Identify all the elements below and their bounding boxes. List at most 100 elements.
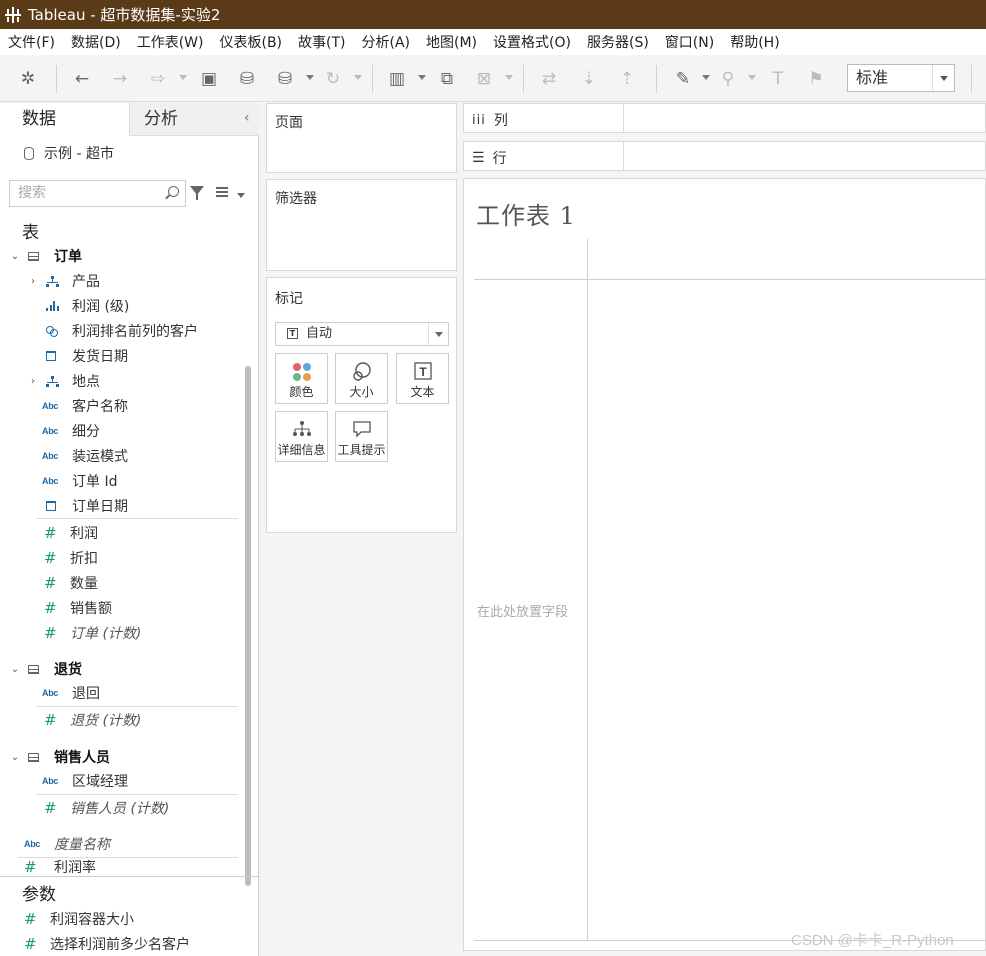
chevron-down-icon[interactable]: ⌄: [10, 752, 20, 763]
chevron-down-icon[interactable]: ⌄: [10, 664, 20, 675]
undo-icon[interactable]: ←: [70, 67, 94, 91]
worksheet-canvas[interactable]: 工作表 1 在此处放置字段: [463, 178, 986, 951]
menu-map[interactable]: 地图(M): [426, 32, 477, 52]
pause-updates-icon[interactable]: ⛁: [273, 67, 297, 91]
color-button[interactable]: 颜色: [275, 353, 328, 404]
parameter-item[interactable]: # 选择利润前多少名客户: [24, 932, 190, 956]
chevron-down-icon[interactable]: [932, 65, 954, 91]
tooltip-button[interactable]: 工具提示: [335, 411, 388, 462]
chevron-down-icon[interactable]: ⌄: [10, 251, 20, 262]
list-view-icon[interactable]: [216, 187, 228, 197]
field-label: 产品: [72, 274, 100, 290]
fix-axes-icon[interactable]: ⚑: [804, 67, 828, 91]
refresh-icon[interactable]: ↻: [321, 67, 345, 91]
field-item[interactable]: # 销售额: [44, 596, 112, 620]
field-item[interactable]: Abc 区域经理: [42, 769, 128, 793]
data-pane-scrollbar[interactable]: [245, 366, 251, 886]
menu-dashboard[interactable]: 仪表板(B): [219, 32, 282, 52]
group-members-icon[interactable]: ⚲: [716, 67, 740, 91]
sort-descending-icon[interactable]: ⇡: [615, 67, 639, 91]
field-item[interactable]: # 订单 (计数): [44, 621, 141, 645]
tab-data[interactable]: 数据: [0, 103, 129, 136]
drop-field-placeholder[interactable]: 在此处放置字段: [477, 601, 568, 620]
hierarchy-icon: [46, 375, 59, 387]
redo-icon[interactable]: →: [108, 67, 132, 91]
tableau-start-icon[interactable]: ✲: [16, 67, 40, 91]
menu-worksheet[interactable]: 工作表(W): [137, 32, 204, 52]
field-item[interactable]: # 数量: [44, 571, 98, 595]
detail-button[interactable]: 详细信息: [275, 411, 328, 462]
save-icon[interactable]: ▣: [197, 67, 221, 91]
chevron-down-icon[interactable]: [237, 193, 245, 198]
clear-sheet-icon[interactable]: ⊠: [472, 67, 496, 91]
field-item[interactable]: Abc 退回: [42, 681, 100, 705]
collapse-pane-icon[interactable]: ‹: [244, 110, 250, 126]
menu-help[interactable]: 帮助(H): [730, 32, 779, 52]
sheet-title[interactable]: 工作表 1: [476, 196, 576, 231]
pages-label: 页面: [275, 115, 303, 131]
number-icon: #: [44, 711, 57, 729]
field-item[interactable]: 利润排名前列的客户: [46, 319, 198, 343]
chevron-right-icon[interactable]: ›: [28, 376, 38, 387]
highlight-icon[interactable]: ✎: [671, 67, 695, 91]
field-item[interactable]: Abc 细分: [42, 419, 100, 443]
field-item[interactable]: Abc 装运模式: [42, 444, 128, 468]
rows-label: 行: [492, 151, 507, 167]
replay-icon[interactable]: ⇨: [146, 67, 170, 91]
table-returns[interactable]: ⌄ 退货: [10, 657, 82, 681]
chevron-down-icon[interactable]: [428, 323, 448, 345]
field-item[interactable]: # 退货 (计数): [44, 708, 141, 732]
columns-shelf[interactable]: iii 列: [463, 103, 986, 133]
new-worksheet-icon[interactable]: ▥: [385, 67, 409, 91]
show-mark-labels-icon[interactable]: T: [766, 67, 790, 91]
duplicate-sheet-icon[interactable]: ⧉: [435, 67, 459, 91]
menu-data[interactable]: 数据(D): [71, 32, 121, 52]
menu-window[interactable]: 窗口(N): [665, 32, 714, 52]
datasource[interactable]: 示例 - 超市: [24, 143, 114, 163]
menu-file[interactable]: 文件(F): [8, 32, 55, 52]
color-icon: [292, 362, 312, 385]
new-datasource-icon[interactable]: ⛁: [235, 67, 259, 91]
field-label: 订单 (计数): [70, 626, 142, 642]
pages-shelf[interactable]: 页面: [266, 103, 457, 173]
view-size-select[interactable]: 标准: [847, 64, 955, 92]
field-item[interactable]: › 地点: [28, 369, 100, 393]
menu-story[interactable]: 故事(T): [298, 32, 345, 52]
field-label: 利润 (级): [72, 299, 130, 315]
abc-icon: Abc: [42, 426, 59, 436]
field-profit-ratio[interactable]: # 利润率: [24, 859, 96, 875]
menu-format[interactable]: 设置格式(O): [493, 32, 571, 52]
field-item[interactable]: Abc 订单 Id: [42, 469, 117, 493]
menu-analysis[interactable]: 分析(A): [362, 32, 411, 52]
text-button[interactable]: T 文本: [396, 353, 449, 404]
rows-shelf[interactable]: ☰ 行: [463, 141, 986, 171]
field-item[interactable]: # 销售人员 (计数): [44, 796, 169, 820]
field-label: 订单日期: [72, 499, 128, 515]
color-label: 颜色: [289, 385, 314, 399]
menu-server[interactable]: 服务器(S): [587, 32, 649, 52]
field-item[interactable]: › 产品: [28, 269, 100, 293]
field-item[interactable]: 订单日期: [46, 494, 128, 518]
tab-analysis[interactable]: 分析: [129, 103, 259, 136]
search-input[interactable]: 搜索: [9, 180, 186, 207]
filters-shelf[interactable]: 筛选器: [266, 179, 457, 271]
parameter-item[interactable]: # 利润容器大小: [24, 907, 134, 931]
field-item[interactable]: # 利润: [44, 521, 98, 545]
chevron-right-icon[interactable]: ›: [28, 276, 38, 287]
field-measure-names[interactable]: Abc 度量名称: [24, 832, 110, 856]
table-icon: [28, 752, 39, 762]
field-item[interactable]: 发货日期: [46, 344, 128, 368]
field-item[interactable]: 利润 (级): [46, 294, 129, 318]
size-button[interactable]: 大小: [335, 353, 388, 404]
field-item[interactable]: # 折扣: [44, 546, 98, 570]
size-label: 大小: [349, 385, 374, 399]
table-orders[interactable]: ⌄ 订单: [10, 244, 82, 268]
filter-icon[interactable]: [190, 186, 204, 200]
field-item[interactable]: Abc 客户名称: [42, 394, 128, 418]
abc-icon: Abc: [42, 776, 59, 786]
mark-type-select[interactable]: T 自动: [275, 322, 449, 346]
number-icon: #: [24, 935, 37, 953]
table-salespeople[interactable]: ⌄ 销售人员: [10, 745, 110, 769]
sort-ascending-icon[interactable]: ⇣: [577, 67, 601, 91]
swap-rows-columns-icon[interactable]: ⇄: [537, 67, 561, 91]
